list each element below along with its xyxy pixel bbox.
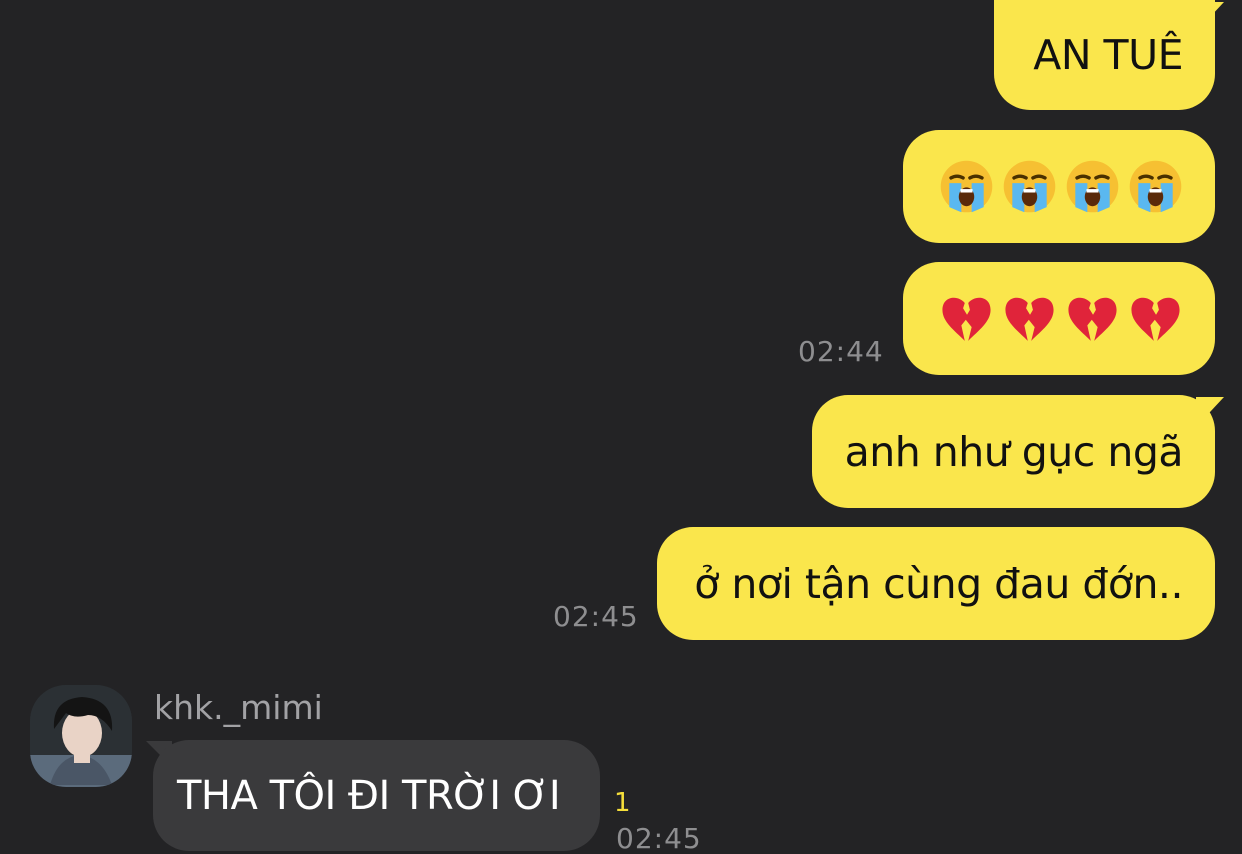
message-text: THA TÔI ĐI TRỜI ƠI xyxy=(177,772,561,819)
outgoing-message-bubble[interactable]: AN TUÊ xyxy=(994,0,1215,110)
broken-heart-icon xyxy=(1068,297,1117,341)
message-text: anh như gục ngã xyxy=(844,427,1184,476)
message-timestamp: 02:45 xyxy=(616,822,702,854)
sender-avatar[interactable] xyxy=(30,685,132,787)
unread-count: 1 xyxy=(614,788,631,818)
loudly-crying-face-icon xyxy=(1066,160,1119,213)
broken-heart-icon xyxy=(1005,297,1054,341)
outgoing-message-bubble[interactable]: ở nơi tận cùng đau đớn.. xyxy=(657,527,1215,640)
outgoing-message-bubble[interactable]: anh như gục ngã xyxy=(812,395,1215,508)
loudly-crying-face-icon xyxy=(1003,160,1056,213)
message-timestamp: 02:44 xyxy=(798,335,884,368)
incoming-message-bubble[interactable]: THA TÔI ĐI TRỜI ƠI xyxy=(153,740,600,851)
avatar-icon xyxy=(30,685,132,787)
outgoing-message-bubble[interactable] xyxy=(903,262,1215,375)
message-text: AN TUÊ xyxy=(1033,31,1183,79)
loudly-crying-face-icon xyxy=(1129,160,1182,213)
loudly-crying-face-icon xyxy=(940,160,993,213)
broken-heart-icon xyxy=(942,297,991,341)
chat-conversation: AN TUÊ 02:44 anh như gục ngã 02:45 ở nơi… xyxy=(0,0,1242,854)
sender-name: khk._mimi xyxy=(154,688,323,727)
message-text: ở nơi tận cùng đau đớn.. xyxy=(694,559,1183,608)
message-timestamp: 02:45 xyxy=(553,600,639,633)
broken-heart-icon xyxy=(1131,297,1180,341)
outgoing-message-bubble[interactable] xyxy=(903,130,1215,243)
